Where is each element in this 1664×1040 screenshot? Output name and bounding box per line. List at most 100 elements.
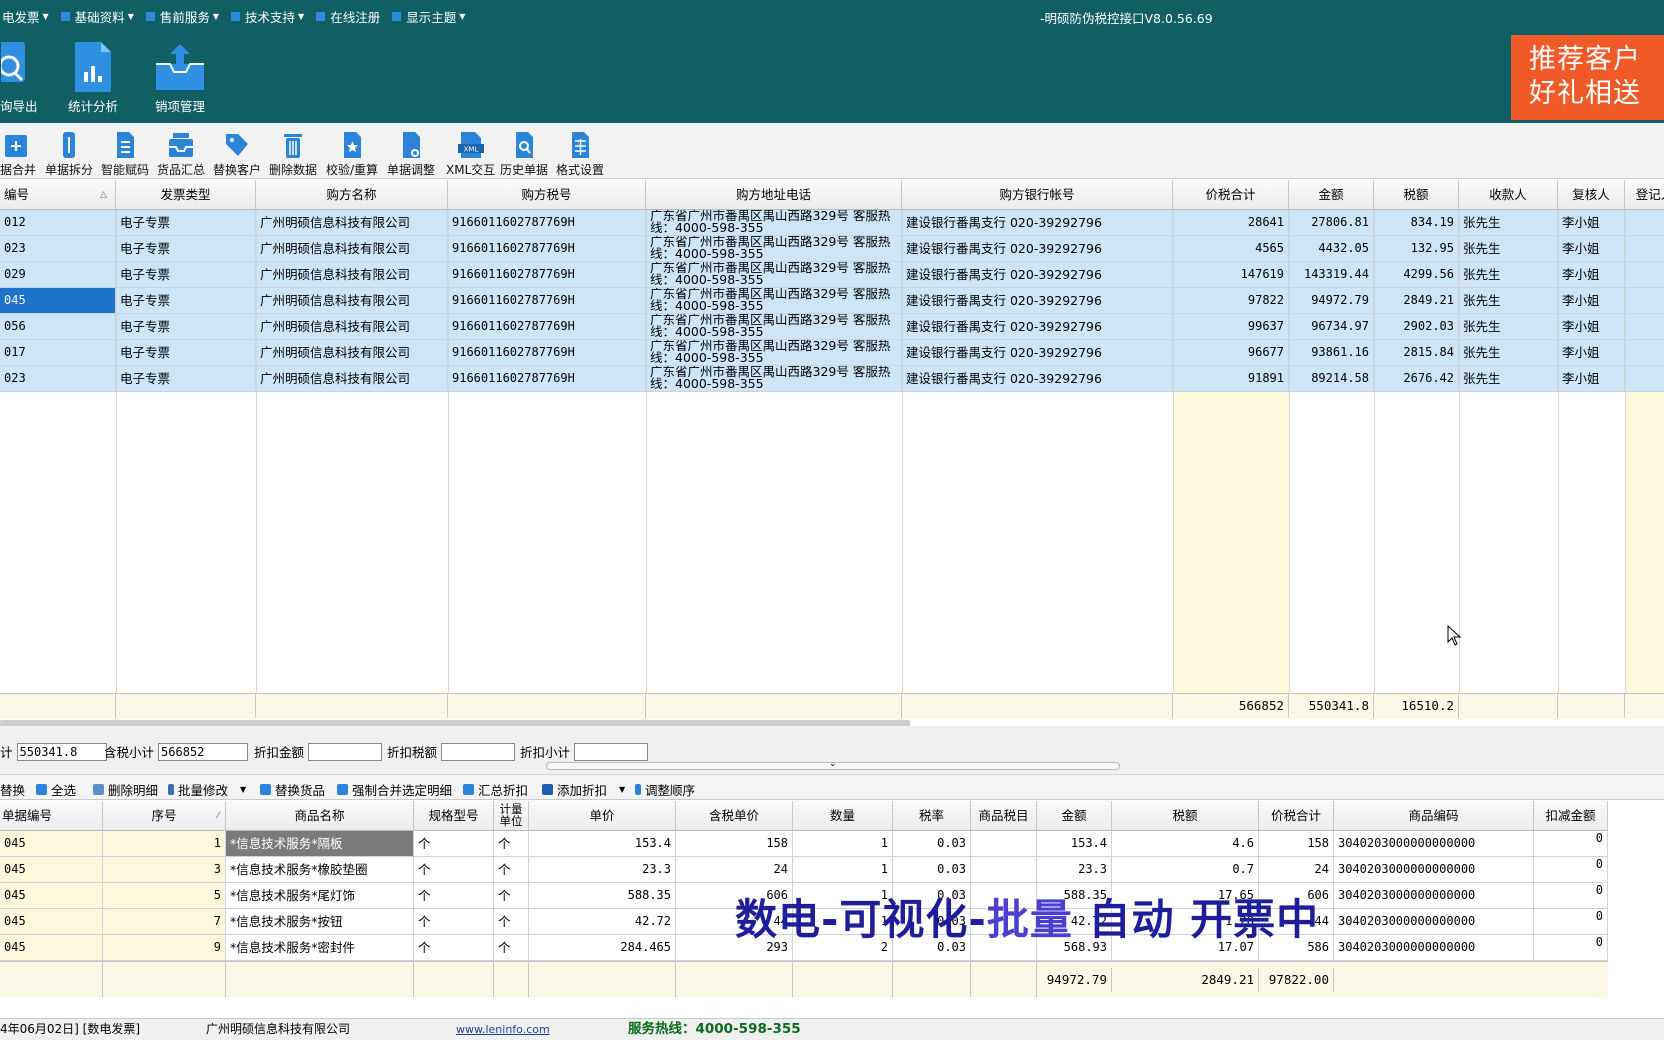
cell-spec[interactable]: 个 xyxy=(414,857,494,883)
cell-bank[interactable]: 建设银行番禺支行 020-39292796 xyxy=(902,314,1173,340)
cell-registrar[interactable] xyxy=(1625,262,1664,288)
panel-splitter[interactable]: ⌄ xyxy=(546,759,1120,770)
replace-button[interactable]: 替换 xyxy=(0,780,25,799)
cell-buyer[interactable]: 广州明硕信息科技有限公司 xyxy=(256,210,448,236)
cell-rate[interactable]: 0.03 xyxy=(893,857,971,883)
menu-online-register[interactable]: 在线注册 xyxy=(316,7,380,26)
cell-total[interactable]: 99637 xyxy=(1173,314,1289,340)
cell-total[interactable]: 147619 xyxy=(1173,262,1289,288)
cell-buyer[interactable]: 广州明硕信息科技有限公司 xyxy=(256,262,448,288)
cell-taxed-price[interactable]: 158 xyxy=(676,831,793,857)
cell-buyer[interactable]: 广州明硕信息科技有限公司 xyxy=(256,340,448,366)
cell-doc[interactable]: 045 xyxy=(0,831,103,857)
reorder-button[interactable]: 调整顺序 xyxy=(635,780,695,799)
cell-type[interactable]: 电子专票 xyxy=(116,340,256,366)
col-tax-item[interactable]: 商品税目 xyxy=(971,801,1037,831)
cell-deduct[interactable]: 0 xyxy=(1534,935,1608,961)
cell-buyer[interactable]: 广州明硕信息科技有限公司 xyxy=(256,314,448,340)
goods-summary-button[interactable]: 货品汇总 xyxy=(157,131,205,178)
cell-tax-id[interactable]: 9166011602787769H xyxy=(448,288,646,314)
cell-spec[interactable]: 个 xyxy=(414,831,494,857)
cell-name[interactable]: *信息技术服务*隔板 xyxy=(226,831,414,857)
merge-docs-button[interactable]: 据合并 xyxy=(0,131,36,178)
split-doc-button[interactable]: 单据拆分 xyxy=(45,131,93,178)
cell-payee[interactable]: 张先生 xyxy=(1459,314,1558,340)
cell-doc[interactable]: 045 xyxy=(0,857,103,883)
cell-no[interactable]: 045 xyxy=(0,288,116,314)
cell-no[interactable]: 023 xyxy=(0,366,116,392)
cell-no[interactable]: 017 xyxy=(0,340,116,366)
cell-address[interactable]: 广东省广州市番禺区禺山西路329号 客服热线：4000-598-355 xyxy=(646,366,902,392)
table-row[interactable]: 012 电子专票 广州明硕信息科技有限公司 9166011602787769H 广东省广… xyxy=(0,210,1664,236)
cell-amount[interactable]: 143319.44 xyxy=(1289,262,1374,288)
cell-type[interactable]: 电子专票 xyxy=(116,314,256,340)
col-buyer-name[interactable]: 购方名称 xyxy=(256,180,448,210)
cell-registrar[interactable] xyxy=(1625,288,1664,314)
cell-type[interactable]: 电子专票 xyxy=(116,262,256,288)
cell-price[interactable]: 588.35 xyxy=(529,883,676,909)
select-all-button[interactable]: 全选 xyxy=(36,780,76,799)
cell-total[interactable]: 28641 xyxy=(1173,210,1289,236)
replace-goods-button[interactable]: 替换货品 xyxy=(260,780,325,799)
cell-tax[interactable]: 2815.84 xyxy=(1374,340,1459,366)
cell-tax-id[interactable]: 9166011602787769H xyxy=(448,210,646,236)
col-registrar[interactable]: 登记人 xyxy=(1625,180,1664,210)
cell-unit[interactable]: 个 xyxy=(494,935,529,961)
cell-total[interactable]: 158 xyxy=(1259,831,1334,857)
cell-no[interactable]: 023 xyxy=(0,236,116,262)
cell-code[interactable]: 3040203000000000000 xyxy=(1334,909,1534,935)
cell-amount[interactable]: 94972.79 xyxy=(1289,288,1374,314)
cell-rate[interactable]: 0.03 xyxy=(893,831,971,857)
discount-amount-field[interactable] xyxy=(308,742,383,761)
cell-total[interactable]: 96677 xyxy=(1173,340,1289,366)
cell-tax-id[interactable]: 9166011602787769H xyxy=(448,262,646,288)
summary-discount-button[interactable]: 汇总折扣 xyxy=(463,780,528,799)
cell-address[interactable]: 广东省广州市番禺区禺山西路329号 客服热线：4000-598-355 xyxy=(646,262,902,288)
statistics-button[interactable]: 统计分析 xyxy=(68,42,118,115)
col-spec[interactable]: 规格型号 xyxy=(414,801,494,831)
cell-amount[interactable]: 96734.97 xyxy=(1289,314,1374,340)
cell-name[interactable]: *信息技术服务*密封件 xyxy=(226,935,414,961)
cell-spec[interactable]: 个 xyxy=(414,935,494,961)
cell-address[interactable]: 广东省广州市番禺区禺山西路329号 客服热线：4000-598-355 xyxy=(646,340,902,366)
cell-code[interactable]: 3040203000000000000 xyxy=(1334,857,1534,883)
col-deduction[interactable]: 扣减金额 xyxy=(1534,801,1608,831)
cell-amount[interactable]: 93861.16 xyxy=(1289,340,1374,366)
cell-type[interactable]: 电子专票 xyxy=(116,366,256,392)
cell-reviewer[interactable]: 李小姐 xyxy=(1558,366,1625,392)
cell-tax[interactable]: 4299.56 xyxy=(1374,262,1459,288)
verify-recalc-button[interactable]: 校验/重算 xyxy=(326,131,378,178)
amount-subtotal-field[interactable] xyxy=(16,742,107,761)
status-website-link[interactable]: www.leninfo.com xyxy=(456,1019,550,1040)
cell-tax[interactable]: 2902.03 xyxy=(1374,314,1459,340)
cell-no[interactable]: 056 xyxy=(0,314,116,340)
cell-name[interactable]: *信息技术服务*尾灯饰 xyxy=(226,883,414,909)
cell-amount[interactable]: 27806.81 xyxy=(1289,210,1374,236)
promo-banner[interactable]: 推荐客户 好礼相送 xyxy=(1511,35,1664,120)
cell-spec[interactable]: 个 xyxy=(414,909,494,935)
cell-price[interactable]: 153.4 xyxy=(529,831,676,857)
cell-unit[interactable]: 个 xyxy=(494,831,529,857)
cell-reviewer[interactable]: 李小姐 xyxy=(1558,314,1625,340)
cell-item[interactable] xyxy=(971,857,1037,883)
table-row[interactable]: 056 电子专票 广州明硕信息科技有限公司 9166011602787769H 广东省广… xyxy=(0,314,1664,340)
cell-bank[interactable]: 建设银行番禺支行 020-39292796 xyxy=(902,210,1173,236)
cell-doc[interactable]: 045 xyxy=(0,909,103,935)
cell-taxed-price[interactable]: 24 xyxy=(676,857,793,883)
cell-seq[interactable]: 3 xyxy=(103,857,226,883)
cell-price[interactable]: 23.3 xyxy=(529,857,676,883)
cell-doc[interactable]: 045 xyxy=(0,883,103,909)
menu-e-invoice[interactable]: 电发票 ▼ xyxy=(2,7,49,26)
cell-address[interactable]: 广东省广州市番禺区禺山西路329号 客服热线：4000-598-355 xyxy=(646,288,902,314)
cell-price[interactable]: 42.72 xyxy=(529,909,676,935)
discount-tax-field[interactable] xyxy=(441,742,516,761)
col-doc-no[interactable]: 单据编号 xyxy=(0,801,103,831)
col-invoice-type[interactable]: 发票类型 xyxy=(116,180,256,210)
cell-registrar[interactable] xyxy=(1625,236,1664,262)
cell-total[interactable]: 24 xyxy=(1259,857,1334,883)
col-buyer-address[interactable]: 购方地址电话 xyxy=(646,180,902,210)
col-payee[interactable]: 收款人 xyxy=(1459,180,1558,210)
col-seq[interactable]: 序号 ⁄ xyxy=(103,801,226,831)
cell-payee[interactable]: 张先生 xyxy=(1459,210,1558,236)
cell-reviewer[interactable]: 李小姐 xyxy=(1558,210,1625,236)
